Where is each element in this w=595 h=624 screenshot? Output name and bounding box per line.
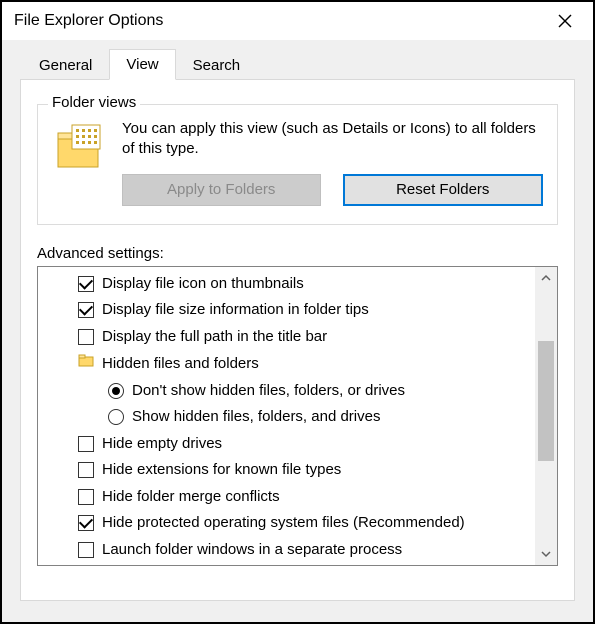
list-item[interactable]: Launch folder windows in a separate proc… <box>38 537 535 564</box>
list-item-label: Hidden files and folders <box>102 353 259 376</box>
scroll-up-arrow-icon[interactable] <box>535 267 557 289</box>
checkbox-icon[interactable] <box>78 302 94 318</box>
checkbox-icon[interactable] <box>78 542 94 558</box>
list-item-label: Display file size information in folder … <box>102 299 369 322</box>
list-item[interactable]: Hide protected operating system files (R… <box>38 510 535 537</box>
list-item[interactable]: Hide folder merge conflicts <box>38 484 535 511</box>
checkbox-icon[interactable] <box>78 515 94 531</box>
apply-to-folders-button: Apply to Folders <box>122 174 321 206</box>
list-item[interactable]: Hide extensions for known file types <box>38 457 535 484</box>
folder-views-group-label: Folder views <box>48 94 140 111</box>
tab-panel-view: Folder views You can app <box>20 79 575 601</box>
close-icon <box>558 14 572 28</box>
advanced-settings-list: Display file icon on thumbnails Display f… <box>37 266 558 566</box>
list-item[interactable]: Restore previous folder windows at logon <box>38 563 535 565</box>
list-item-label: Display file icon on thumbnails <box>102 273 304 296</box>
advanced-settings-label: Advanced settings: <box>37 245 558 262</box>
checkbox-icon[interactable] <box>78 436 94 452</box>
window-title: File Explorer Options <box>14 12 163 30</box>
checkbox-icon[interactable] <box>78 276 94 292</box>
folder-views-description: You can apply this view (such as Details… <box>122 119 543 160</box>
client-area: General View Search Folder views <box>2 40 593 622</box>
folder-views-group: Folder views You can app <box>37 104 558 225</box>
list-item-label: Show hidden files, folders, and drives <box>132 406 380 429</box>
reset-folders-button[interactable]: Reset Folders <box>343 174 544 206</box>
list-item-label: Launch folder windows in a separate proc… <box>102 539 402 562</box>
tab-strip: General View Search <box>22 48 575 79</box>
scroll-thumb[interactable] <box>538 341 554 461</box>
list-item[interactable]: Display file size information in folder … <box>38 297 535 324</box>
list-item[interactable]: Hidden files and folders <box>38 350 535 378</box>
tab-view[interactable]: View <box>109 49 175 80</box>
tab-general[interactable]: General <box>22 50 109 80</box>
list-item-label: Don't show hidden files, folders, or dri… <box>132 380 405 403</box>
folder-icon <box>78 352 94 376</box>
list-item[interactable]: Show hidden files, folders, and drives <box>38 404 535 431</box>
folder-views-icon <box>52 119 106 176</box>
scrollbar[interactable] <box>535 267 557 565</box>
scroll-track[interactable] <box>535 289 557 543</box>
list-item-label: Hide protected operating system files (R… <box>102 512 465 535</box>
close-button[interactable] <box>545 6 585 36</box>
checkbox-icon[interactable] <box>78 489 94 505</box>
radio-icon[interactable] <box>108 383 124 399</box>
list-item[interactable]: Hide empty drives <box>38 431 535 458</box>
list-item[interactable]: Don't show hidden files, folders, or dri… <box>38 378 535 405</box>
tab-search[interactable]: Search <box>176 50 258 80</box>
list-item-label: Display the full path in the title bar <box>102 326 327 349</box>
scroll-down-arrow-icon[interactable] <box>535 543 557 565</box>
checkbox-icon[interactable] <box>78 329 94 345</box>
list-item[interactable]: Display file icon on thumbnails <box>38 271 535 298</box>
list-item-label: Hide extensions for known file types <box>102 459 341 482</box>
list-item[interactable]: Display the full path in the title bar <box>38 324 535 351</box>
radio-icon[interactable] <box>108 409 124 425</box>
list-item-label: Hide folder merge conflicts <box>102 486 280 509</box>
checkbox-icon[interactable] <box>78 462 94 478</box>
titlebar: File Explorer Options <box>2 2 593 40</box>
list-item-label: Hide empty drives <box>102 433 222 456</box>
